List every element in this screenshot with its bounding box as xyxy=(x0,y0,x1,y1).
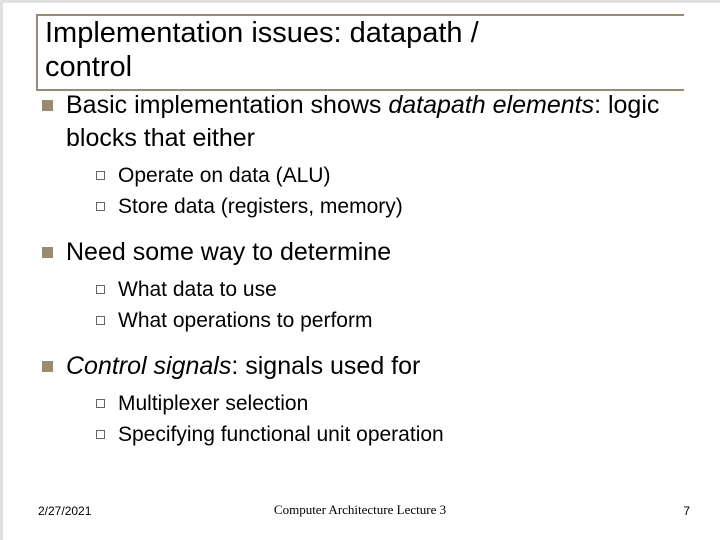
hollow-square-icon xyxy=(96,285,105,294)
footer-title: Computer Architecture Lecture 3 xyxy=(0,502,720,518)
slide-body: Basic implementation shows datapath elem… xyxy=(42,89,682,463)
hollow-square-icon xyxy=(96,316,105,325)
bullet-item: Control signals: signals used for xyxy=(42,350,682,383)
top-accent xyxy=(0,0,720,3)
sub-bullet-text: What data to use xyxy=(118,275,277,304)
title-line-1: Implementation issues: datapath / xyxy=(45,17,479,49)
hollow-square-icon xyxy=(96,430,105,439)
bullet-item: Need some way to determine xyxy=(42,236,682,269)
slide: Implementation issues: datapath / contro… xyxy=(0,0,720,540)
square-bullet-icon xyxy=(42,100,53,111)
hollow-square-icon xyxy=(96,399,105,408)
bullet-text-pre: Need some way to determine xyxy=(66,238,391,266)
sub-bullet-text: Specifying functional unit operation xyxy=(118,420,444,449)
bullet-text-pre: Basic implementation shows xyxy=(66,91,388,119)
sub-bullet-item: Store data (registers, memory) xyxy=(96,192,682,221)
left-accent xyxy=(0,0,3,540)
sub-bullet-item: Operate on data (ALU) xyxy=(96,161,682,190)
bullet-item: Basic implementation shows datapath elem… xyxy=(42,89,682,155)
sub-bullet-item: Multiplexer selection xyxy=(96,389,682,418)
square-bullet-icon xyxy=(42,247,53,258)
footer-page-number: 7 xyxy=(683,504,690,518)
bullet-text-em: datapath elements xyxy=(388,91,594,119)
bullet-text-post: : signals used for xyxy=(231,352,420,380)
sub-bullet-text: Multiplexer selection xyxy=(118,389,308,418)
sub-bullet-group: Operate on data (ALU) Store data (regist… xyxy=(96,161,682,222)
square-bullet-icon xyxy=(42,361,53,372)
hollow-square-icon xyxy=(96,171,105,180)
bullet-text-em: Control signals xyxy=(66,352,231,380)
sub-bullet-group: What data to use What operations to perf… xyxy=(96,275,682,336)
sub-bullet-item: What data to use xyxy=(96,275,682,304)
sub-bullet-group: Multiplexer selection Specifying functio… xyxy=(96,389,682,450)
bullet-text: Need some way to determine xyxy=(66,236,391,269)
sub-bullet-text: Store data (registers, memory) xyxy=(118,192,403,221)
sub-bullet-text: What operations to perform xyxy=(118,306,372,335)
bullet-text: Basic implementation shows datapath elem… xyxy=(66,89,682,155)
title-line-2: control xyxy=(45,51,132,83)
slide-title: Implementation issues: datapath / contro… xyxy=(45,16,479,84)
hollow-square-icon xyxy=(96,202,105,211)
title-rule-left xyxy=(36,14,38,91)
sub-bullet-text: Operate on data (ALU) xyxy=(118,161,330,190)
sub-bullet-item: Specifying functional unit operation xyxy=(96,420,682,449)
sub-bullet-item: What operations to perform xyxy=(96,306,682,335)
bullet-text: Control signals: signals used for xyxy=(66,350,420,383)
